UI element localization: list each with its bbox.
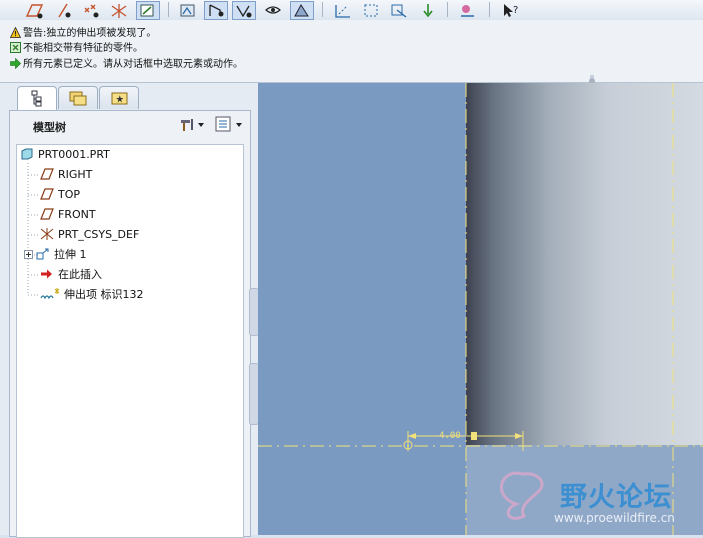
tree-item-extrude[interactable]: 拉伸 1 <box>24 246 87 264</box>
insert-here-icon <box>41 269 52 279</box>
message-line-warning: 警告:独立的伸出项被发现了。 <box>10 26 156 42</box>
appearance-gallery-button[interactable] <box>456 1 480 20</box>
graphics-window[interactable]: 4.00 野火论坛 www.proewildfire.cn <box>258 83 703 535</box>
tree-columns-icon[interactable] <box>214 115 248 133</box>
context-help-button[interactable]: ? <box>500 1 524 20</box>
model-tree-tools <box>178 115 248 133</box>
part-icon <box>21 148 33 160</box>
tree-item-label: PRT_CSYS_DEF <box>58 228 140 241</box>
tree-item-label: 在此插入 <box>58 268 102 281</box>
tree-item-part[interactable]: PRT0001.PRT <box>20 146 110 164</box>
tree-item-insert-here[interactable]: 在此插入 <box>40 266 102 284</box>
extrude-icon <box>36 248 49 260</box>
tree-item-front[interactable]: FRONT <box>40 206 96 224</box>
datum-plane-display-button[interactable] <box>22 1 46 20</box>
reorient-icon <box>423 4 433 18</box>
tree-item-label: TOP <box>58 188 81 201</box>
datum-plane-icon <box>40 168 54 180</box>
hidden-line-icon <box>236 5 252 18</box>
csys-icon <box>40 228 54 240</box>
model-tree-icon <box>31 90 42 107</box>
tree-item-protrusion[interactable]: 伸出项 标识132 <box>40 286 144 304</box>
datum-plane-icon <box>40 188 54 200</box>
csys-display-icon <box>111 4 127 18</box>
context-help-icon: ? <box>504 4 518 17</box>
warning-icon <box>10 27 21 38</box>
spin-center-button[interactable] <box>176 1 200 20</box>
refit-button[interactable] <box>360 1 384 20</box>
saved-views-button[interactable] <box>332 1 356 20</box>
tab-model-tree[interactable] <box>17 86 57 111</box>
csys-display-button[interactable] <box>108 1 132 20</box>
shading-button[interactable] <box>290 1 314 20</box>
refit-icon <box>364 4 378 17</box>
zoom-in-icon <box>391 4 407 18</box>
zoom-in-button[interactable] <box>388 1 412 20</box>
tree-item-label: FRONT <box>58 208 96 221</box>
tab-favorites[interactable] <box>99 86 139 109</box>
datum-point-display-icon <box>84 4 99 18</box>
favorites-icon <box>111 92 128 105</box>
saved-views-icon <box>335 5 350 18</box>
watermark-logo-icon <box>499 471 544 520</box>
navigator-panel: 模型树 PRT0001.PRT RIGHT TOP FRONT PRT_CSYS… <box>0 83 259 538</box>
shading-icon <box>294 4 309 17</box>
arrow-prompt-icon <box>10 58 21 69</box>
datum-plane-icon <box>40 208 54 220</box>
appearance-gallery-icon <box>461 5 474 17</box>
hammer-settings-icon[interactable] <box>178 115 208 133</box>
message-text: 不能相交带有特征的零件。 <box>23 43 143 54</box>
folder-browser-icon <box>69 91 87 106</box>
message-line-info: 不能相交带有特征的零件。 <box>10 41 143 57</box>
dimension-value[interactable]: 4.00 <box>439 431 461 441</box>
tree-item-top[interactable]: TOP <box>40 186 80 204</box>
tree-item-label: 伸出项 标识132 <box>64 288 144 301</box>
watermark-url: www.proewildfire.cn <box>554 511 675 525</box>
wireframe-button[interactable] <box>204 1 228 20</box>
tree-item-label: PRT0001.PRT <box>38 148 110 161</box>
datum-lines <box>258 83 703 535</box>
info-icon <box>10 42 21 53</box>
message-text: 所有元素已定义。请从对话框中选取元素或动作。 <box>23 59 243 70</box>
annotation-display-button[interactable] <box>136 1 160 20</box>
watermark-text: 野火论坛 <box>560 482 672 513</box>
datum-point-display-button[interactable] <box>80 1 104 20</box>
model-tree: PRT0001.PRT RIGHT TOP FRONT PRT_CSYS_DEF… <box>16 144 244 538</box>
tree-item-csys[interactable]: PRT_CSYS_DEF <box>40 226 139 244</box>
message-line-prompt: 所有元素已定义。请从对话框中选取元素或动作。 <box>10 57 243 73</box>
tree-item-label: RIGHT <box>58 168 93 181</box>
annotation-display-icon <box>140 4 154 17</box>
svg-text:?: ? <box>513 5 518 16</box>
spin-center-icon <box>180 4 195 17</box>
tab-folder-browser[interactable] <box>58 86 98 109</box>
model-tree-title: 模型树 <box>33 121 66 134</box>
datum-axis-display-button[interactable] <box>52 1 76 20</box>
tree-item-label: 拉伸 1 <box>54 248 87 261</box>
tree-item-right[interactable]: RIGHT <box>40 166 92 184</box>
no-hidden-button[interactable] <box>262 1 286 20</box>
protrusion-icon <box>40 288 60 300</box>
datum-axis-display-icon <box>58 3 71 18</box>
no-hidden-icon <box>265 6 281 14</box>
reorient-button[interactable] <box>416 1 440 20</box>
message-text: 警告:独立的伸出项被发现了。 <box>23 28 157 39</box>
hidden-line-button[interactable] <box>232 1 256 20</box>
wireframe-icon <box>209 4 224 17</box>
expand-icon[interactable] <box>24 250 33 259</box>
main-toolbar: ? <box>0 0 703 21</box>
message-area: 警告:独立的伸出项被发现了。 不能相交带有特征的零件。 所有元素已定义。请从对话… <box>0 20 703 97</box>
datum-plane-display-icon <box>25 4 44 19</box>
model-tree-panel: 模型树 PRT0001.PRT RIGHT TOP FRONT PRT_CSYS… <box>9 110 251 538</box>
